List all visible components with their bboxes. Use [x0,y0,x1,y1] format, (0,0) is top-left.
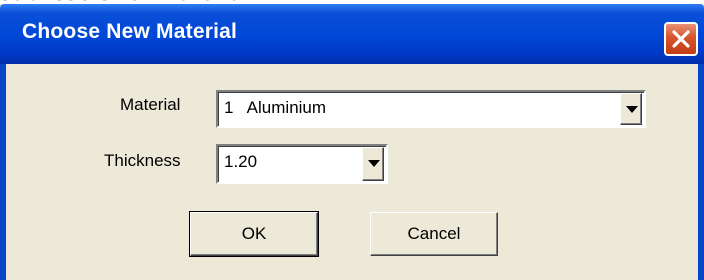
window-frame-right [698,64,704,280]
dialog-body: Material 1 Aluminium Thickness 1.20 OK C… [6,64,698,280]
ok-button[interactable]: OK [189,211,319,257]
thickness-combobox[interactable]: 1.20 [216,144,388,184]
cancel-button[interactable]: Cancel [370,212,498,256]
close-button[interactable] [664,22,698,56]
material-value: 1 Aluminium [224,98,327,117]
thickness-label: Thickness [104,151,181,170]
close-icon [672,30,690,48]
material-label: Material [120,95,181,114]
material-dropdown-button[interactable] [620,93,642,125]
chevron-down-icon [626,106,638,113]
choose-material-dialog: Choose New Material Material 1 Aluminium… [0,4,704,280]
title-bar[interactable]: Choose New Material [0,4,704,64]
thickness-dropdown-button[interactable] [362,147,384,181]
cancel-button-label: Cancel [407,224,461,243]
thickness-value: 1.20 [224,152,258,171]
chevron-down-icon [368,160,380,167]
dialog-title: Choose New Material [22,20,238,43]
ok-button-label: OK [241,224,267,243]
material-combobox[interactable]: 1 Aluminium [216,90,646,128]
